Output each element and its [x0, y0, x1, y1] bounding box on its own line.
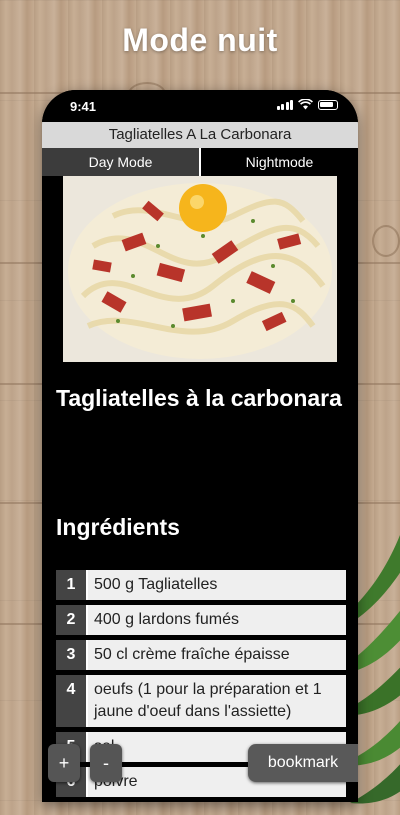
phone-notch	[114, 90, 286, 114]
ingredient-text: 500 g Tagliatelles	[86, 570, 346, 600]
list-item: 1 500 g Tagliatelles	[56, 570, 346, 600]
tab-day-mode[interactable]: Day Mode	[42, 148, 201, 176]
mode-tabs: Day Mode Nightmode	[42, 148, 358, 176]
wood-knot	[372, 225, 400, 257]
ingredient-text: 50 cl crème fraîche épaisse	[86, 640, 346, 670]
recipe-content[interactable]: Tagliatelles à la carbonara Ingrédients …	[42, 176, 358, 802]
ingredient-number: 3	[56, 640, 86, 670]
list-item: 3 50 cl crème fraîche épaisse	[56, 640, 346, 670]
bookmark-button[interactable]: bookmark	[248, 744, 358, 782]
tab-nightmode[interactable]: Nightmode	[201, 148, 358, 176]
app-nav-title: Tagliatelles A La Carbonara	[42, 122, 358, 149]
recipe-title: Tagliatelles à la carbonara	[56, 385, 342, 411]
ingredient-number: 4	[56, 675, 86, 727]
ingredient-number: 1	[56, 570, 86, 600]
ingredient-text: 400 g lardons fumés	[86, 605, 346, 635]
zoom-in-button[interactable]: +	[48, 744, 80, 782]
ingredients-heading: Ingrédients	[56, 514, 180, 540]
battery-icon	[318, 100, 338, 110]
carbonara-image	[63, 176, 337, 362]
zoom-out-button[interactable]: -	[90, 744, 122, 782]
status-time: 9:41	[70, 99, 97, 114]
dish-photo	[63, 176, 337, 362]
list-item: 2 400 g lardons fumés	[56, 605, 346, 635]
cellular-signal-icon	[276, 100, 293, 110]
status-icons	[276, 99, 338, 110]
wifi-icon	[298, 99, 313, 110]
ingredient-number: 2	[56, 605, 86, 635]
list-item: 4 oeufs (1 pour la préparation et 1 jaun…	[56, 675, 346, 727]
ingredient-text: oeufs (1 pour la préparation et 1 jaune …	[86, 675, 346, 727]
phone-frame: 9:41 Tagliatelles A La Carbonara Day Mod…	[42, 90, 358, 802]
page-title: Mode nuit	[122, 22, 278, 58]
status-bar: 9:41	[42, 90, 358, 122]
